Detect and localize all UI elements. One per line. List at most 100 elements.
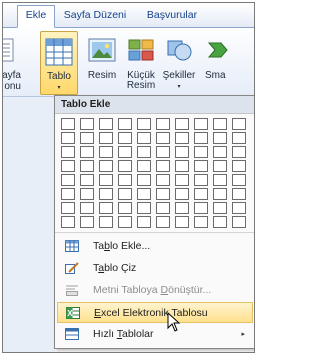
table-grid-cell[interactable]	[61, 118, 75, 130]
table-grid-cell[interactable]	[118, 202, 132, 214]
table-grid-cell[interactable]	[61, 174, 75, 186]
menu-item-tablo-ekle[interactable]: Tablo Ekle...	[57, 236, 253, 257]
table-grid-cell[interactable]	[194, 188, 208, 200]
table-grid-cell[interactable]	[175, 160, 189, 172]
table-grid-cell[interactable]	[194, 132, 208, 144]
table-grid-cell[interactable]	[137, 174, 151, 186]
table-grid-cell[interactable]	[213, 216, 227, 228]
table-grid-cell[interactable]	[61, 216, 75, 228]
table-grid-cell[interactable]	[213, 160, 227, 172]
table-grid-cell[interactable]	[99, 188, 113, 200]
table-size-grid[interactable]	[61, 118, 251, 228]
table-grid-cell[interactable]	[213, 132, 227, 144]
table-grid-cell[interactable]	[194, 216, 208, 228]
tab-sayfa-duzeni[interactable]: Sayfa Düzeni	[61, 6, 129, 26]
kucuk-resim-button[interactable]: Küçük Resim	[123, 31, 159, 93]
table-grid-cell[interactable]	[118, 216, 132, 228]
submenu-arrow-icon: ▸	[241, 331, 245, 338]
table-grid-cell[interactable]	[175, 146, 189, 158]
table-grid-cell[interactable]	[213, 118, 227, 130]
page-break-button[interactable]: ayfa onu	[3, 31, 21, 93]
table-grid-cell[interactable]	[213, 202, 227, 214]
chevron-down-icon: ▾	[57, 85, 61, 91]
table-grid-cell[interactable]	[232, 132, 246, 144]
ribbon-panel: ayfa onu Tablo ▾ Resim Küçük Resim Şekil…	[3, 28, 254, 96]
table-grid-cell[interactable]	[194, 160, 208, 172]
table-grid-cell[interactable]	[232, 118, 246, 130]
table-grid-cell[interactable]	[80, 202, 94, 214]
table-grid-cell[interactable]	[61, 202, 75, 214]
table-grid-cell[interactable]	[137, 160, 151, 172]
table-grid-cell[interactable]	[156, 118, 170, 130]
table-grid-cell[interactable]	[175, 188, 189, 200]
table-grid-cell[interactable]	[194, 118, 208, 130]
table-grid-cell[interactable]	[194, 174, 208, 186]
table-grid-cell[interactable]	[156, 202, 170, 214]
table-grid-cell[interactable]	[61, 146, 75, 158]
table-grid-cell[interactable]	[232, 174, 246, 186]
table-grid-cell[interactable]	[118, 160, 132, 172]
table-grid-cell[interactable]	[156, 188, 170, 200]
table-grid-cell[interactable]	[232, 160, 246, 172]
table-grid-cell[interactable]	[156, 132, 170, 144]
table-grid-cell[interactable]	[118, 188, 132, 200]
table-grid-cell[interactable]	[175, 202, 189, 214]
table-grid-cell[interactable]	[213, 174, 227, 186]
table-grid-cell[interactable]	[80, 174, 94, 186]
table-grid-cell[interactable]	[213, 146, 227, 158]
table-grid-cell[interactable]	[232, 202, 246, 214]
menu-item-metni-tabloya-donustur[interactable]: Metni Tabloya Dönüştür...	[57, 280, 253, 301]
table-grid-cell[interactable]	[99, 132, 113, 144]
table-grid-cell[interactable]	[175, 132, 189, 144]
table-grid-cell[interactable]	[213, 188, 227, 200]
menu-item-label: Tablo Çiz	[93, 262, 137, 274]
table-grid-cell[interactable]	[80, 216, 94, 228]
menu-item-excel-elektronik-tablosu[interactable]: X Excel Elektronik Tablosu	[57, 302, 253, 323]
table-grid-cell[interactable]	[80, 118, 94, 130]
table-grid-cell[interactable]	[61, 160, 75, 172]
smartart-button[interactable]: Sma	[201, 31, 235, 93]
table-grid-cell[interactable]	[194, 202, 208, 214]
menu-item-label: Excel Elektronik Tablosu	[94, 307, 208, 319]
table-grid-cell[interactable]	[99, 216, 113, 228]
table-grid-cell[interactable]	[175, 118, 189, 130]
table-grid-cell[interactable]	[194, 146, 208, 158]
tab-ekle[interactable]: Ekle	[17, 5, 55, 28]
table-grid-cell[interactable]	[175, 174, 189, 186]
table-grid-cell[interactable]	[80, 132, 94, 144]
table-grid-cell[interactable]	[80, 160, 94, 172]
table-grid-cell[interactable]	[137, 202, 151, 214]
table-grid-cell[interactable]	[137, 188, 151, 200]
table-grid-cell[interactable]	[118, 132, 132, 144]
table-grid-cell[interactable]	[99, 118, 113, 130]
table-grid-cell[interactable]	[118, 146, 132, 158]
table-grid-cell[interactable]	[137, 132, 151, 144]
table-grid-cell[interactable]	[156, 174, 170, 186]
table-grid-cell[interactable]	[80, 188, 94, 200]
tablo-button[interactable]: Tablo ▾	[40, 31, 78, 95]
table-grid-cell[interactable]	[137, 216, 151, 228]
table-grid-cell[interactable]	[61, 188, 75, 200]
tab-basvurular[interactable]: Başvurular	[141, 6, 203, 26]
table-grid-cell[interactable]	[118, 174, 132, 186]
table-grid-cell[interactable]	[99, 202, 113, 214]
table-grid-cell[interactable]	[137, 146, 151, 158]
resim-button[interactable]: Resim	[83, 31, 121, 93]
menu-item-tablo-ciz[interactable]: Tablo Çiz	[57, 258, 253, 279]
table-grid-cell[interactable]	[99, 146, 113, 158]
table-grid-cell[interactable]	[80, 146, 94, 158]
table-grid-cell[interactable]	[61, 132, 75, 144]
sekiller-button[interactable]: Şekiller ▾	[159, 31, 199, 93]
menu-item-hizli-tablolar[interactable]: Hızlı Tablolar ▸	[57, 324, 253, 345]
table-grid-cell[interactable]	[232, 216, 246, 228]
table-grid-cell[interactable]	[156, 146, 170, 158]
table-grid-cell[interactable]	[99, 160, 113, 172]
table-grid-cell[interactable]	[175, 216, 189, 228]
table-grid-cell[interactable]	[137, 118, 151, 130]
table-grid-cell[interactable]	[232, 146, 246, 158]
table-grid-cell[interactable]	[156, 216, 170, 228]
table-grid-cell[interactable]	[232, 188, 246, 200]
table-grid-cell[interactable]	[156, 160, 170, 172]
table-grid-cell[interactable]	[99, 174, 113, 186]
table-grid-cell[interactable]	[118, 118, 132, 130]
